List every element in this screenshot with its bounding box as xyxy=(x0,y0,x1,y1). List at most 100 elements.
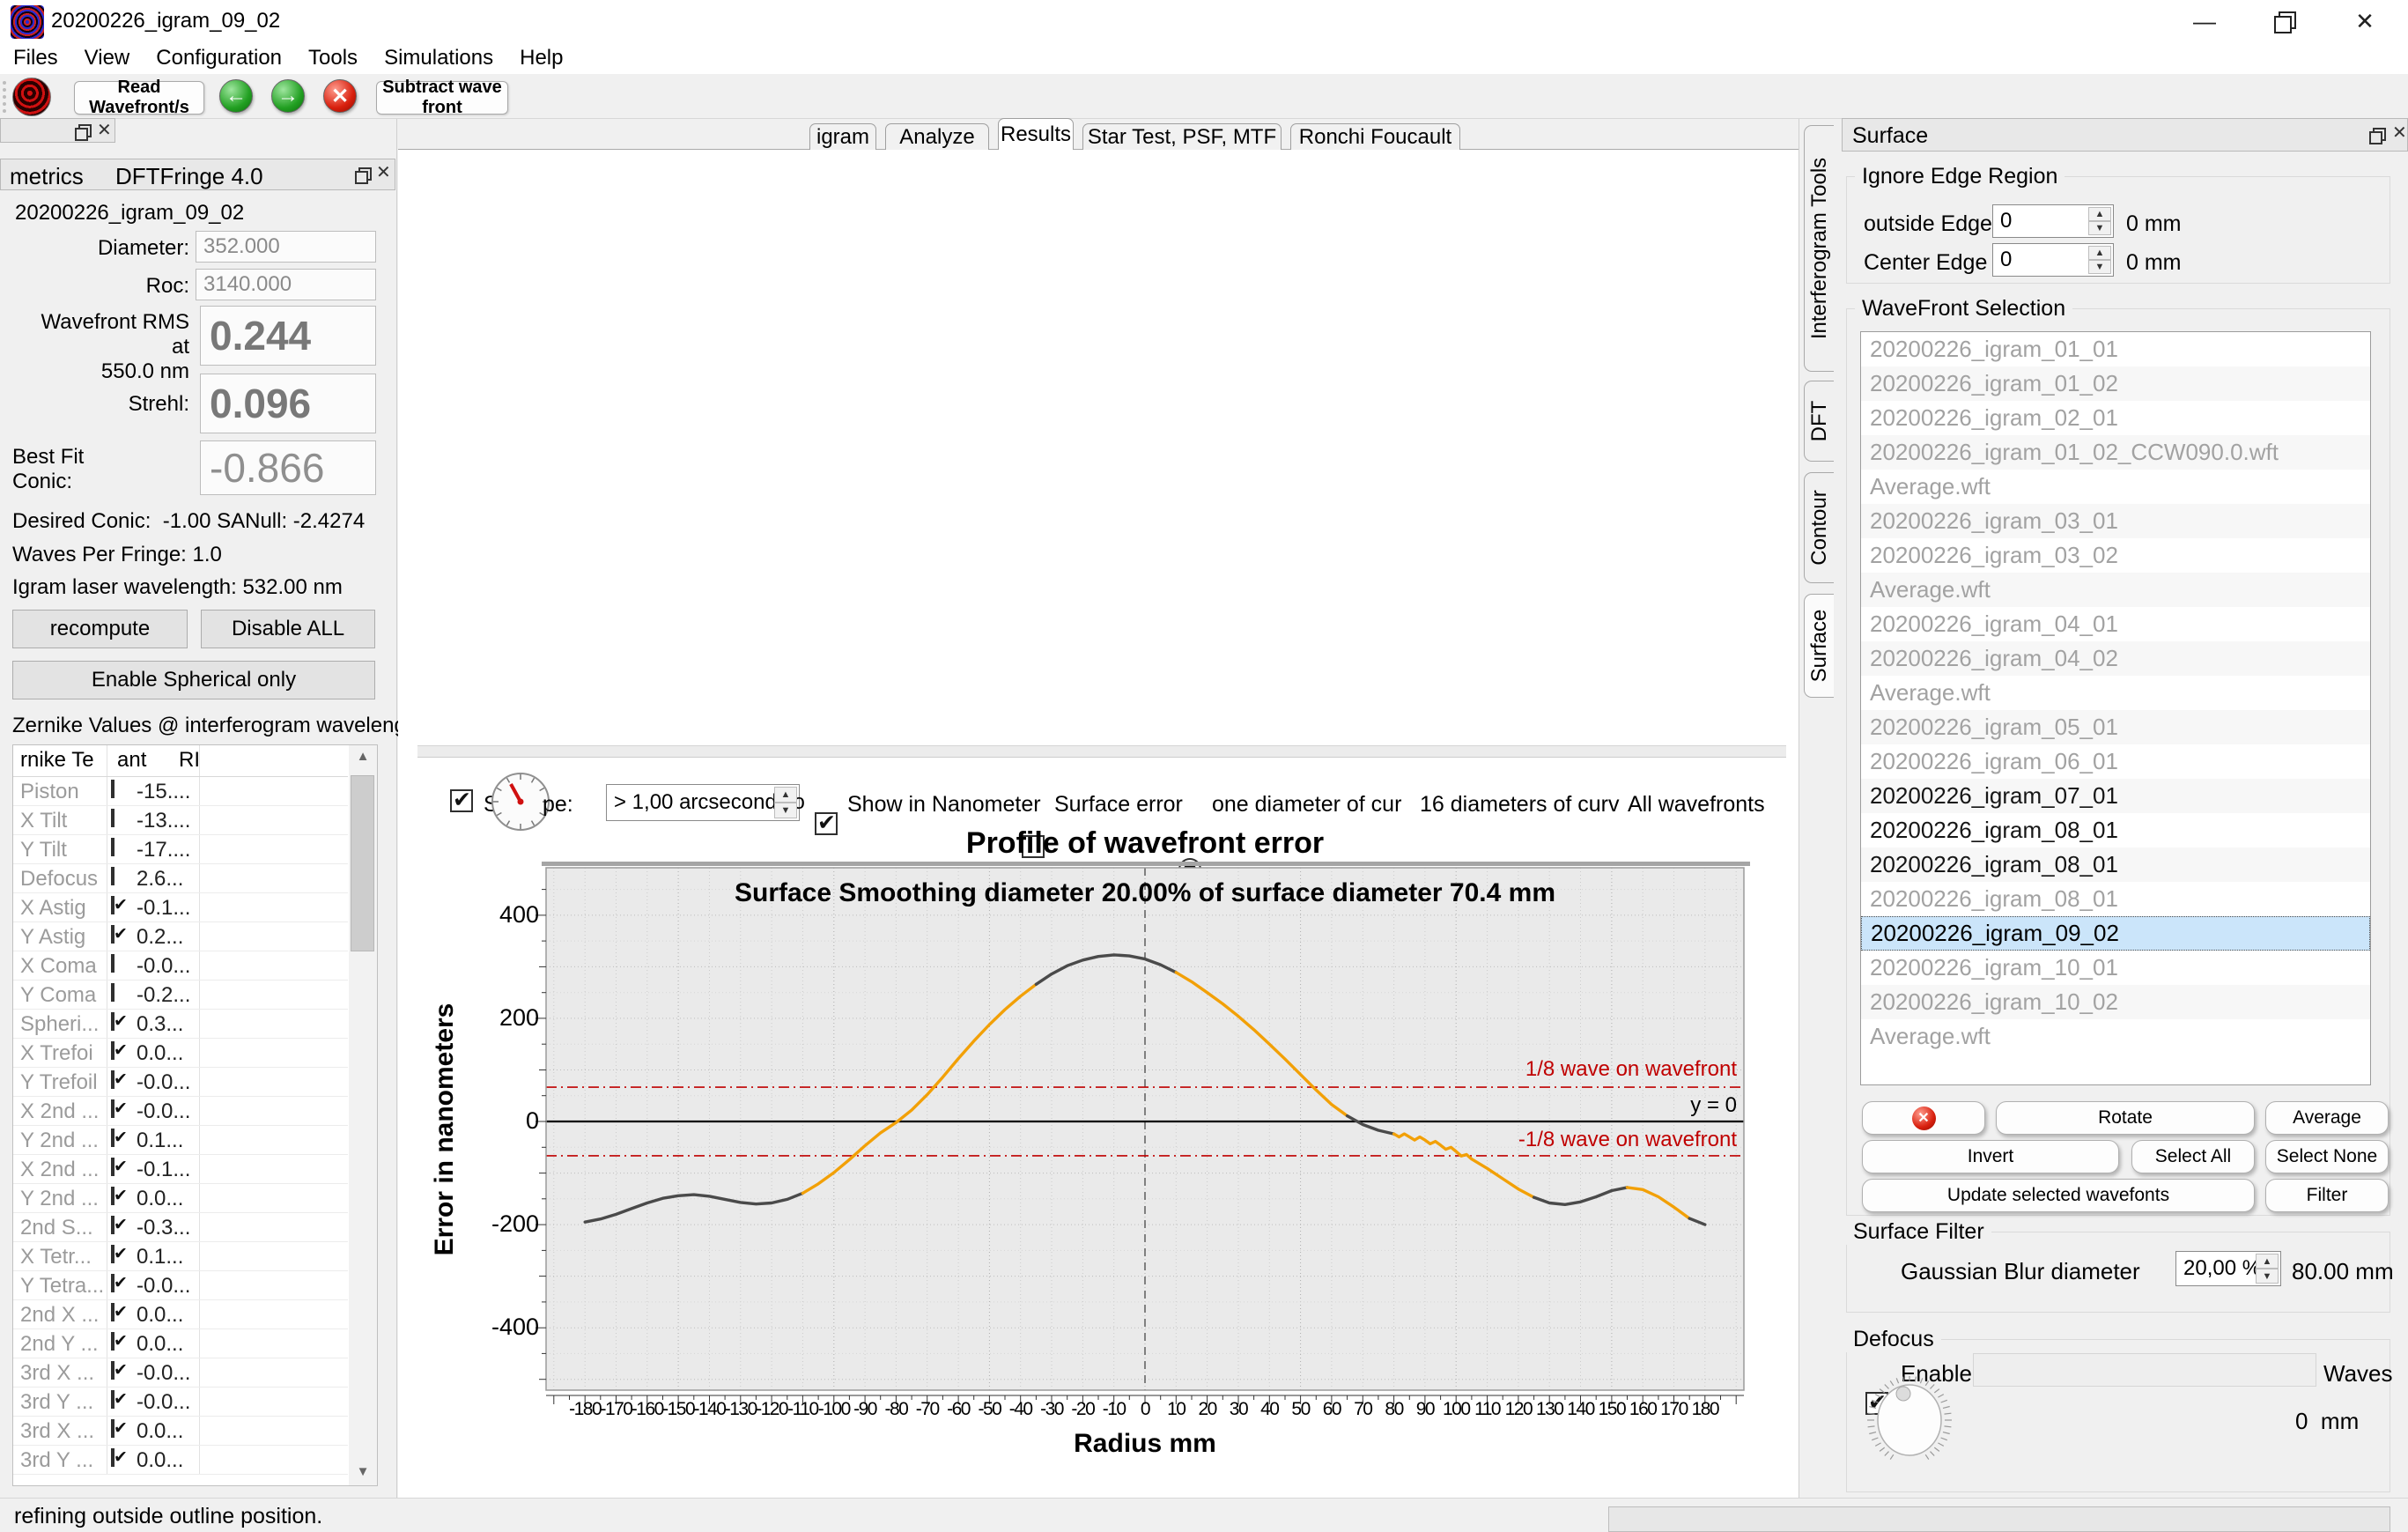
cancel-button[interactable]: ✕ xyxy=(323,79,357,113)
spinner-arrows-icon[interactable]: ▲ ▼ xyxy=(2088,246,2111,274)
zernike-row[interactable]: X Tetr... 0.1... xyxy=(13,1242,348,1271)
wavefront-list-item[interactable]: 20200226_igram_08_01 xyxy=(1861,813,2370,847)
scrollbar-thumb[interactable] xyxy=(351,775,374,951)
tab-ronchi-foucault[interactable]: Ronchi Foucault xyxy=(1290,123,1460,150)
zernike-enabled-checkbox[interactable] xyxy=(111,1274,114,1292)
toolbar-drag-handle[interactable] xyxy=(3,81,6,113)
wavefront-list[interactable]: 20200226_igram_01_01 20200226_igram_01_02… xyxy=(1860,331,2371,1085)
delete-wavefront-button[interactable]: ✕ xyxy=(1862,1101,1985,1135)
minimize-button[interactable]: — xyxy=(2165,0,2244,42)
wavefront-list-item[interactable]: 20200226_igram_04_02 xyxy=(1861,641,2370,676)
zernike-row[interactable]: Y 2nd ... 0.1... xyxy=(13,1126,348,1155)
wavefront-list-item[interactable]: Average.wft xyxy=(1861,1019,2370,1054)
zernike-scrollbar[interactable]: ▲ ▼ xyxy=(349,745,377,1485)
zernike-row[interactable]: 3rd X ... -0.0... xyxy=(13,1358,348,1388)
zernike-row[interactable]: 3rd X ... 0.0... xyxy=(13,1417,348,1446)
wavefront-list-item[interactable]: 20200226_igram_09_02 xyxy=(1861,916,2370,951)
subtract-wavefront-button[interactable]: Subtract wave front xyxy=(376,78,508,117)
zernike-enabled-checkbox[interactable] xyxy=(111,954,114,973)
wavefront-list-item[interactable]: 20200226_igram_07_01 xyxy=(1861,779,2370,813)
menu-tools[interactable]: Tools xyxy=(295,42,371,74)
menu-simulations[interactable]: Simulations xyxy=(371,42,506,74)
slope-threshold-combo[interactable]: > 1,00 arcseconds o ▲ ▼ xyxy=(606,784,805,821)
select-all-button[interactable]: Select All xyxy=(2131,1140,2255,1173)
zernike-enabled-checkbox[interactable] xyxy=(111,896,114,914)
menu-files[interactable]: Files xyxy=(0,42,71,74)
wavefront-list-item[interactable]: 20200226_igram_04_01 xyxy=(1861,607,2370,641)
select-none-button[interactable]: Select None xyxy=(2265,1140,2389,1173)
zernike-enabled-checkbox[interactable] xyxy=(111,1070,114,1089)
disable-all-button[interactable]: Disable ALL xyxy=(201,610,375,648)
zernike-row[interactable]: X Tilt -13.... xyxy=(13,806,348,835)
zernike-row[interactable]: X Astig -0.1... xyxy=(13,893,348,922)
wavefront-list-item[interactable]: 20200226_igram_10_01 xyxy=(1861,951,2370,985)
zernike-row[interactable]: 2nd Y ... 0.0... xyxy=(13,1329,348,1358)
splitter-handle[interactable] xyxy=(417,745,1786,758)
wavefront-list-item[interactable]: 20200226_igram_06_01 xyxy=(1861,744,2370,779)
wavefront-list-item[interactable]: 20200226_igram_10_02 xyxy=(1861,985,2370,1019)
menu-help[interactable]: Help xyxy=(506,42,576,74)
close-button[interactable]: ✕ xyxy=(2325,0,2404,42)
zernike-enabled-checkbox[interactable] xyxy=(111,1303,114,1321)
defocus-value-field[interactable] xyxy=(1973,1353,2316,1387)
diameter-field[interactable]: 352.000 xyxy=(196,231,376,263)
wavefront-list-item[interactable]: Average.wft xyxy=(1861,676,2370,710)
zernike-row[interactable]: 2nd S... -0.3... xyxy=(13,1213,348,1242)
zernike-enabled-checkbox[interactable] xyxy=(111,983,114,1002)
zernike-enabled-checkbox[interactable] xyxy=(111,1129,114,1147)
spinner-arrows-icon[interactable]: ▲ ▼ xyxy=(2088,207,2111,235)
zernike-row[interactable]: Y Trefoil -0.0... xyxy=(13,1068,348,1097)
wavefront-list-item[interactable]: Average.wft xyxy=(1861,470,2370,504)
wavefront-list-item[interactable]: 20200226_igram_01_01 xyxy=(1861,332,2370,366)
zernike-enabled-checkbox[interactable] xyxy=(111,838,114,856)
zernike-row[interactable]: Y Tetra... -0.0... xyxy=(13,1271,348,1300)
slope-checkbox[interactable] xyxy=(450,787,473,813)
zernike-enabled-checkbox[interactable] xyxy=(111,925,114,944)
outside-edge-spinner[interactable]: 0 ▲ ▼ xyxy=(1992,204,2114,238)
zernike-enabled-checkbox[interactable] xyxy=(111,780,114,798)
wavefront-fringe-icon[interactable] xyxy=(12,78,51,116)
scroll-down-icon[interactable]: ▼ xyxy=(349,1464,377,1479)
spinner-arrows-icon[interactable]: ▲ ▼ xyxy=(774,787,797,818)
filter-button[interactable]: Filter xyxy=(2265,1179,2389,1212)
enable-spherical-only-button[interactable]: Enable Spherical only xyxy=(12,661,375,699)
zernike-enabled-checkbox[interactable] xyxy=(111,1390,114,1409)
defocus-dial[interactable] xyxy=(1864,1371,1955,1469)
wavefront-list-item[interactable]: 20200226_igram_03_02 xyxy=(1861,538,2370,573)
spinner-arrows-icon[interactable]: ▲ ▼ xyxy=(2256,1254,2279,1284)
side-tab-surface[interactable]: Surface xyxy=(1804,594,1834,698)
back-arrow-button[interactable]: ← xyxy=(219,79,253,113)
zernike-row[interactable]: 2nd X ... 0.0... xyxy=(13,1300,348,1329)
scroll-up-icon[interactable]: ▲ xyxy=(349,749,377,764)
wavefront-list-item[interactable]: Average.wft xyxy=(1861,573,2370,607)
center-edge-spinner[interactable]: 0 ▲ ▼ xyxy=(1992,243,2114,277)
zernike-row[interactable]: Y Coma -0.2... xyxy=(13,981,348,1010)
close-icon[interactable]: ✕ xyxy=(97,122,112,139)
zernike-row[interactable]: 3rd Y ... -0.0... xyxy=(13,1388,348,1417)
col-term-header[interactable]: rnike Te xyxy=(20,748,94,773)
wavefront-list-item[interactable]: 20200226_igram_08_01 xyxy=(1861,882,2370,916)
wavefront-list-item[interactable]: 20200226_igram_01_02 xyxy=(1861,366,2370,401)
restore-button[interactable] xyxy=(2244,0,2323,42)
wavefront-list-item[interactable]: 20200226_igram_03_01 xyxy=(1861,504,2370,538)
zernike-row[interactable]: X Coma -0.0... xyxy=(13,951,348,981)
zernike-row[interactable]: X Trefoi 0.0... xyxy=(13,1039,348,1068)
close-icon[interactable]: ✕ xyxy=(2392,124,2407,142)
tab-igram[interactable]: igram xyxy=(809,123,876,150)
zernike-row[interactable]: Y Tilt -17.... xyxy=(13,835,348,864)
read-wavefronts-button[interactable]: Read Wavefront/s xyxy=(74,78,204,117)
col-value-header[interactable]: RI xyxy=(179,748,200,773)
average-button[interactable]: Average xyxy=(2265,1101,2389,1135)
roc-field[interactable]: 3140.000 xyxy=(196,269,376,300)
tab-analyze[interactable]: Analyze xyxy=(885,123,989,150)
zernike-enabled-checkbox[interactable] xyxy=(111,1012,114,1031)
zernike-enabled-checkbox[interactable] xyxy=(111,1216,114,1234)
tab-star-test-psf-mtf[interactable]: Star Test, PSF, MTF xyxy=(1082,123,1282,150)
zernike-row[interactable]: Y 2nd ... 0.0... xyxy=(13,1184,348,1213)
zernike-enabled-checkbox[interactable] xyxy=(111,1448,114,1467)
rotate-button[interactable]: Rotate xyxy=(1996,1101,2255,1135)
menu-view[interactable]: View xyxy=(71,42,144,74)
zernike-enabled-checkbox[interactable] xyxy=(111,1361,114,1380)
update-selected-wavefronts-button[interactable]: Update selected wavefonts xyxy=(1862,1179,2255,1212)
col-enabled-header[interactable]: ant xyxy=(117,748,146,773)
